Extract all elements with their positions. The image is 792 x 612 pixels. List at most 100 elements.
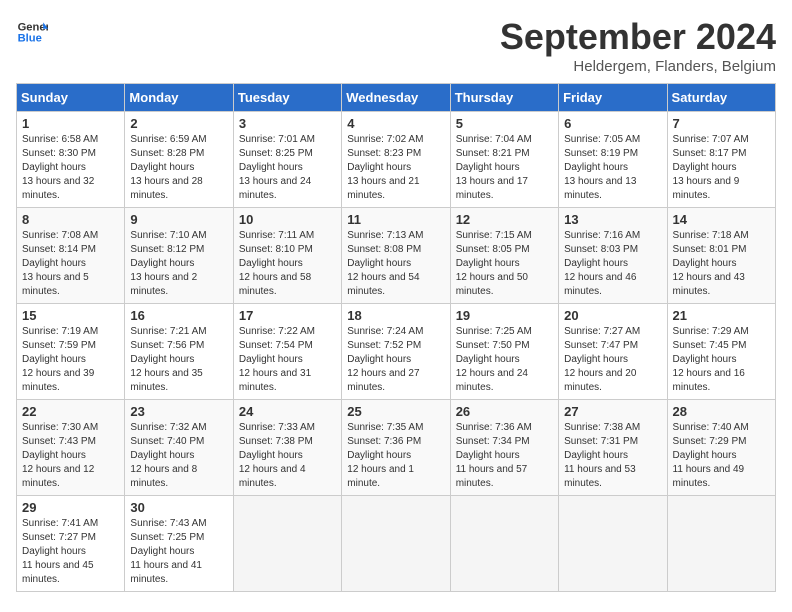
- day-number: 15: [22, 308, 119, 323]
- calendar-day-cell: 23 Sunrise: 7:32 AM Sunset: 7:40 PM Dayl…: [125, 400, 233, 496]
- calendar-day-cell: 17 Sunrise: 7:22 AM Sunset: 7:54 PM Dayl…: [233, 304, 341, 400]
- day-info: Sunrise: 6:58 AM Sunset: 8:30 PM Dayligh…: [22, 133, 119, 203]
- month-title: September 2024: [500, 16, 776, 58]
- calendar-day-cell: 12 Sunrise: 7:15 AM Sunset: 8:05 PM Dayl…: [450, 208, 558, 304]
- day-info: Sunrise: 7:19 AM Sunset: 7:59 PM Dayligh…: [22, 325, 119, 395]
- calendar-week-row: 22 Sunrise: 7:30 AM Sunset: 7:43 PM Dayl…: [17, 400, 776, 496]
- col-sunday: Sunday: [17, 84, 125, 112]
- day-info: Sunrise: 7:01 AM Sunset: 8:25 PM Dayligh…: [239, 133, 336, 203]
- col-saturday: Saturday: [667, 84, 775, 112]
- day-info: Sunrise: 7:16 AM Sunset: 8:03 PM Dayligh…: [564, 229, 661, 299]
- calendar-day-cell: 13 Sunrise: 7:16 AM Sunset: 8:03 PM Dayl…: [559, 208, 667, 304]
- day-info: Sunrise: 7:25 AM Sunset: 7:50 PM Dayligh…: [456, 325, 553, 395]
- calendar-week-row: 8 Sunrise: 7:08 AM Sunset: 8:14 PM Dayli…: [17, 208, 776, 304]
- day-info: Sunrise: 7:43 AM Sunset: 7:25 PM Dayligh…: [130, 517, 227, 587]
- calendar-day-cell: [559, 496, 667, 592]
- day-info: Sunrise: 7:15 AM Sunset: 8:05 PM Dayligh…: [456, 229, 553, 299]
- calendar-week-row: 15 Sunrise: 7:19 AM Sunset: 7:59 PM Dayl…: [17, 304, 776, 400]
- day-info: Sunrise: 7:36 AM Sunset: 7:34 PM Dayligh…: [456, 421, 553, 491]
- calendar-day-cell: 20 Sunrise: 7:27 AM Sunset: 7:47 PM Dayl…: [559, 304, 667, 400]
- col-monday: Monday: [125, 84, 233, 112]
- day-info: Sunrise: 7:29 AM Sunset: 7:45 PM Dayligh…: [673, 325, 770, 395]
- day-number: 20: [564, 308, 661, 323]
- day-info: Sunrise: 7:35 AM Sunset: 7:36 PM Dayligh…: [347, 421, 444, 491]
- logo-icon: General Blue: [16, 16, 48, 48]
- calendar-day-cell: 21 Sunrise: 7:29 AM Sunset: 7:45 PM Dayl…: [667, 304, 775, 400]
- calendar-table: Sunday Monday Tuesday Wednesday Thursday…: [16, 83, 776, 592]
- calendar-day-cell: 11 Sunrise: 7:13 AM Sunset: 8:08 PM Dayl…: [342, 208, 450, 304]
- calendar-day-cell: 25 Sunrise: 7:35 AM Sunset: 7:36 PM Dayl…: [342, 400, 450, 496]
- title-area: September 2024 Heldergem, Flanders, Belg…: [500, 16, 776, 75]
- day-info: Sunrise: 7:38 AM Sunset: 7:31 PM Dayligh…: [564, 421, 661, 491]
- day-info: Sunrise: 6:59 AM Sunset: 8:28 PM Dayligh…: [130, 133, 227, 203]
- day-number: 30: [130, 500, 227, 515]
- calendar-header-row: Sunday Monday Tuesday Wednesday Thursday…: [17, 84, 776, 112]
- calendar-day-cell: [233, 496, 341, 592]
- day-number: 26: [456, 404, 553, 419]
- col-friday: Friday: [559, 84, 667, 112]
- day-number: 12: [456, 212, 553, 227]
- day-info: Sunrise: 7:02 AM Sunset: 8:23 PM Dayligh…: [347, 133, 444, 203]
- day-number: 27: [564, 404, 661, 419]
- calendar-week-row: 1 Sunrise: 6:58 AM Sunset: 8:30 PM Dayli…: [17, 112, 776, 208]
- calendar-day-cell: 19 Sunrise: 7:25 AM Sunset: 7:50 PM Dayl…: [450, 304, 558, 400]
- day-number: 21: [673, 308, 770, 323]
- calendar-day-cell: 22 Sunrise: 7:30 AM Sunset: 7:43 PM Dayl…: [17, 400, 125, 496]
- calendar-day-cell: 1 Sunrise: 6:58 AM Sunset: 8:30 PM Dayli…: [17, 112, 125, 208]
- day-number: 25: [347, 404, 444, 419]
- day-number: 24: [239, 404, 336, 419]
- day-info: Sunrise: 7:30 AM Sunset: 7:43 PM Dayligh…: [22, 421, 119, 491]
- day-info: Sunrise: 7:05 AM Sunset: 8:19 PM Dayligh…: [564, 133, 661, 203]
- calendar-day-cell: 8 Sunrise: 7:08 AM Sunset: 8:14 PM Dayli…: [17, 208, 125, 304]
- day-info: Sunrise: 7:41 AM Sunset: 7:27 PM Dayligh…: [22, 517, 119, 587]
- day-number: 3: [239, 116, 336, 131]
- day-number: 14: [673, 212, 770, 227]
- col-tuesday: Tuesday: [233, 84, 341, 112]
- day-number: 11: [347, 212, 444, 227]
- calendar-day-cell: 9 Sunrise: 7:10 AM Sunset: 8:12 PM Dayli…: [125, 208, 233, 304]
- calendar-day-cell: 4 Sunrise: 7:02 AM Sunset: 8:23 PM Dayli…: [342, 112, 450, 208]
- logo: General Blue: [16, 16, 48, 48]
- day-info: Sunrise: 7:04 AM Sunset: 8:21 PM Dayligh…: [456, 133, 553, 203]
- svg-text:Blue: Blue: [18, 33, 42, 45]
- calendar-day-cell: 24 Sunrise: 7:33 AM Sunset: 7:38 PM Dayl…: [233, 400, 341, 496]
- calendar-day-cell: 18 Sunrise: 7:24 AM Sunset: 7:52 PM Dayl…: [342, 304, 450, 400]
- day-number: 9: [130, 212, 227, 227]
- calendar-day-cell: 10 Sunrise: 7:11 AM Sunset: 8:10 PM Dayl…: [233, 208, 341, 304]
- calendar-day-cell: 7 Sunrise: 7:07 AM Sunset: 8:17 PM Dayli…: [667, 112, 775, 208]
- day-info: Sunrise: 7:22 AM Sunset: 7:54 PM Dayligh…: [239, 325, 336, 395]
- calendar-day-cell: 30 Sunrise: 7:43 AM Sunset: 7:25 PM Dayl…: [125, 496, 233, 592]
- day-info: Sunrise: 7:11 AM Sunset: 8:10 PM Dayligh…: [239, 229, 336, 299]
- day-number: 22: [22, 404, 119, 419]
- day-number: 2: [130, 116, 227, 131]
- day-info: Sunrise: 7:24 AM Sunset: 7:52 PM Dayligh…: [347, 325, 444, 395]
- day-number: 28: [673, 404, 770, 419]
- day-info: Sunrise: 7:08 AM Sunset: 8:14 PM Dayligh…: [22, 229, 119, 299]
- calendar-day-cell: [342, 496, 450, 592]
- day-info: Sunrise: 7:27 AM Sunset: 7:47 PM Dayligh…: [564, 325, 661, 395]
- day-info: Sunrise: 7:18 AM Sunset: 8:01 PM Dayligh…: [673, 229, 770, 299]
- day-number: 19: [456, 308, 553, 323]
- day-number: 16: [130, 308, 227, 323]
- day-number: 5: [456, 116, 553, 131]
- day-number: 6: [564, 116, 661, 131]
- calendar-day-cell: 5 Sunrise: 7:04 AM Sunset: 8:21 PM Dayli…: [450, 112, 558, 208]
- col-wednesday: Wednesday: [342, 84, 450, 112]
- calendar-day-cell: [450, 496, 558, 592]
- day-number: 8: [22, 212, 119, 227]
- calendar-day-cell: 29 Sunrise: 7:41 AM Sunset: 7:27 PM Dayl…: [17, 496, 125, 592]
- day-number: 7: [673, 116, 770, 131]
- day-number: 17: [239, 308, 336, 323]
- location-title: Heldergem, Flanders, Belgium: [500, 58, 776, 75]
- day-info: Sunrise: 7:13 AM Sunset: 8:08 PM Dayligh…: [347, 229, 444, 299]
- calendar-day-cell: 14 Sunrise: 7:18 AM Sunset: 8:01 PM Dayl…: [667, 208, 775, 304]
- day-number: 4: [347, 116, 444, 131]
- calendar-day-cell: 6 Sunrise: 7:05 AM Sunset: 8:19 PM Dayli…: [559, 112, 667, 208]
- day-number: 29: [22, 500, 119, 515]
- day-number: 10: [239, 212, 336, 227]
- calendar-day-cell: 16 Sunrise: 7:21 AM Sunset: 7:56 PM Dayl…: [125, 304, 233, 400]
- calendar-day-cell: 3 Sunrise: 7:01 AM Sunset: 8:25 PM Dayli…: [233, 112, 341, 208]
- day-number: 13: [564, 212, 661, 227]
- day-info: Sunrise: 7:33 AM Sunset: 7:38 PM Dayligh…: [239, 421, 336, 491]
- day-number: 23: [130, 404, 227, 419]
